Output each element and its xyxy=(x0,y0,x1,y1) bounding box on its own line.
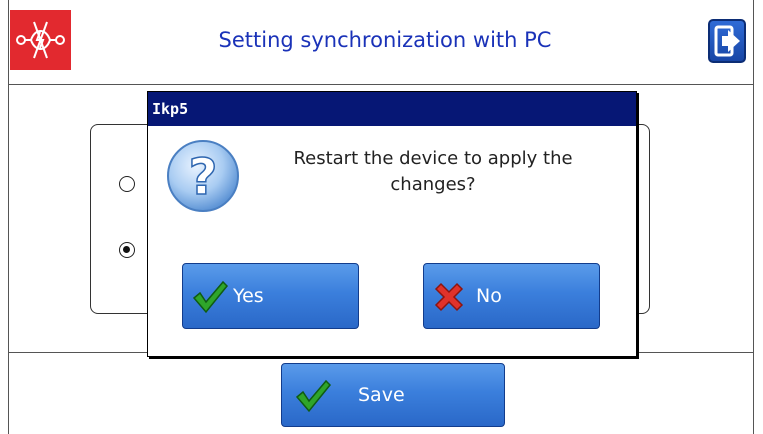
dialog-message: Restart the device to apply the changes? xyxy=(293,148,573,195)
checkmark-icon xyxy=(295,379,332,413)
checkmark-icon xyxy=(192,280,229,314)
yes-button-label: Yes xyxy=(233,285,264,307)
no-button[interactable]: No xyxy=(423,263,600,329)
dialog-title: Ikp5 xyxy=(152,100,189,118)
save-button-label: Save xyxy=(358,384,405,406)
red-x-icon xyxy=(434,282,464,312)
exit-arrow-icon xyxy=(714,25,740,57)
no-button-label: No xyxy=(476,285,502,307)
header-divider xyxy=(8,84,754,85)
dialog-titlebar: Ikp5 xyxy=(148,92,636,126)
yes-button[interactable]: Yes xyxy=(182,263,359,329)
question-icon: ? xyxy=(163,136,243,216)
app-screen: Setting synchronization with PC Save Ikp… xyxy=(0,0,763,434)
device-logo-icon xyxy=(10,10,71,70)
sync-option-radio-2[interactable] xyxy=(119,242,135,258)
exit-button[interactable] xyxy=(708,19,746,63)
sync-option-radio-1[interactable] xyxy=(119,176,135,192)
restart-dialog: Ikp5 ? Restart the device to apply the c… xyxy=(147,91,637,357)
frame-left-border xyxy=(8,0,9,434)
frame-right-border xyxy=(753,0,754,434)
svg-text:?: ? xyxy=(188,148,217,206)
save-button[interactable]: Save xyxy=(281,363,505,427)
page-title: Setting synchronization with PC xyxy=(218,28,552,52)
